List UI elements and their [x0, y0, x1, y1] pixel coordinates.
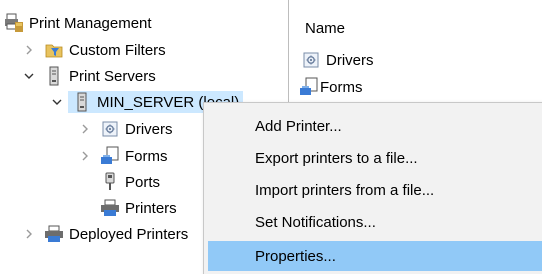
- tree-node-ports[interactable]: Ports: [100, 171, 160, 193]
- tree-node-label: Deployed Printers: [69, 225, 189, 243]
- tree-node-label: Printers: [125, 199, 177, 217]
- tree-node-label: Drivers: [125, 120, 173, 138]
- chevron-right-icon[interactable]: [78, 145, 92, 167]
- tree-node-forms[interactable]: Forms: [78, 145, 168, 167]
- server-icon: [44, 66, 64, 86]
- chevron-right-icon[interactable]: [22, 223, 36, 245]
- context-menu[interactable]: Add Printer... Export printers to a file…: [203, 102, 542, 274]
- list-item[interactable]: Forms: [299, 77, 363, 97]
- forms-icon: [299, 77, 319, 97]
- printer-icon: [100, 198, 120, 218]
- server-icon: [72, 92, 92, 112]
- drivers-icon: [301, 50, 321, 70]
- chevron-down-icon[interactable]: [50, 91, 64, 113]
- chevron-right-icon[interactable]: [78, 118, 92, 140]
- chevron-down-icon[interactable]: [22, 65, 36, 87]
- menu-item-import-printers[interactable]: Import printers from a file...: [208, 175, 542, 205]
- tree-node-label: Print Management: [29, 14, 152, 32]
- print-management-icon: [4, 13, 24, 33]
- tree-node-label: Ports: [125, 173, 161, 191]
- list-item[interactable]: Drivers: [301, 50, 374, 70]
- menu-item-set-notifications[interactable]: Set Notifications...: [208, 207, 542, 237]
- menu-item-add-printer[interactable]: Add Printer...: [208, 111, 542, 141]
- tree-node-print-management[interactable]: Print Management: [4, 12, 152, 34]
- forms-icon: [100, 146, 120, 166]
- tree-node-label: Custom Filters: [69, 41, 166, 59]
- column-header-name[interactable]: Name: [305, 20, 345, 37]
- printer-icon: [44, 224, 64, 244]
- drivers-icon: [100, 119, 120, 139]
- port-icon: [100, 172, 120, 192]
- tree-node-print-servers[interactable]: Print Servers: [22, 65, 156, 87]
- filter-folder-icon: [44, 40, 64, 60]
- tree-node-drivers[interactable]: Drivers: [78, 118, 173, 140]
- tree-node-label: Forms: [125, 147, 168, 165]
- tree-node-label: Print Servers: [69, 67, 156, 85]
- menu-item-export-printers[interactable]: Export printers to a file...: [208, 143, 542, 173]
- tree-node-deployed-printers[interactable]: Deployed Printers: [22, 223, 188, 245]
- list-item-label: Drivers: [326, 51, 374, 69]
- menu-item-properties[interactable]: Properties...: [208, 241, 542, 271]
- tree-node-custom-filters[interactable]: Custom Filters: [22, 39, 166, 61]
- list-item-label: Forms: [320, 78, 363, 96]
- tree-node-printers[interactable]: Printers: [100, 197, 177, 219]
- chevron-right-icon[interactable]: [22, 39, 36, 61]
